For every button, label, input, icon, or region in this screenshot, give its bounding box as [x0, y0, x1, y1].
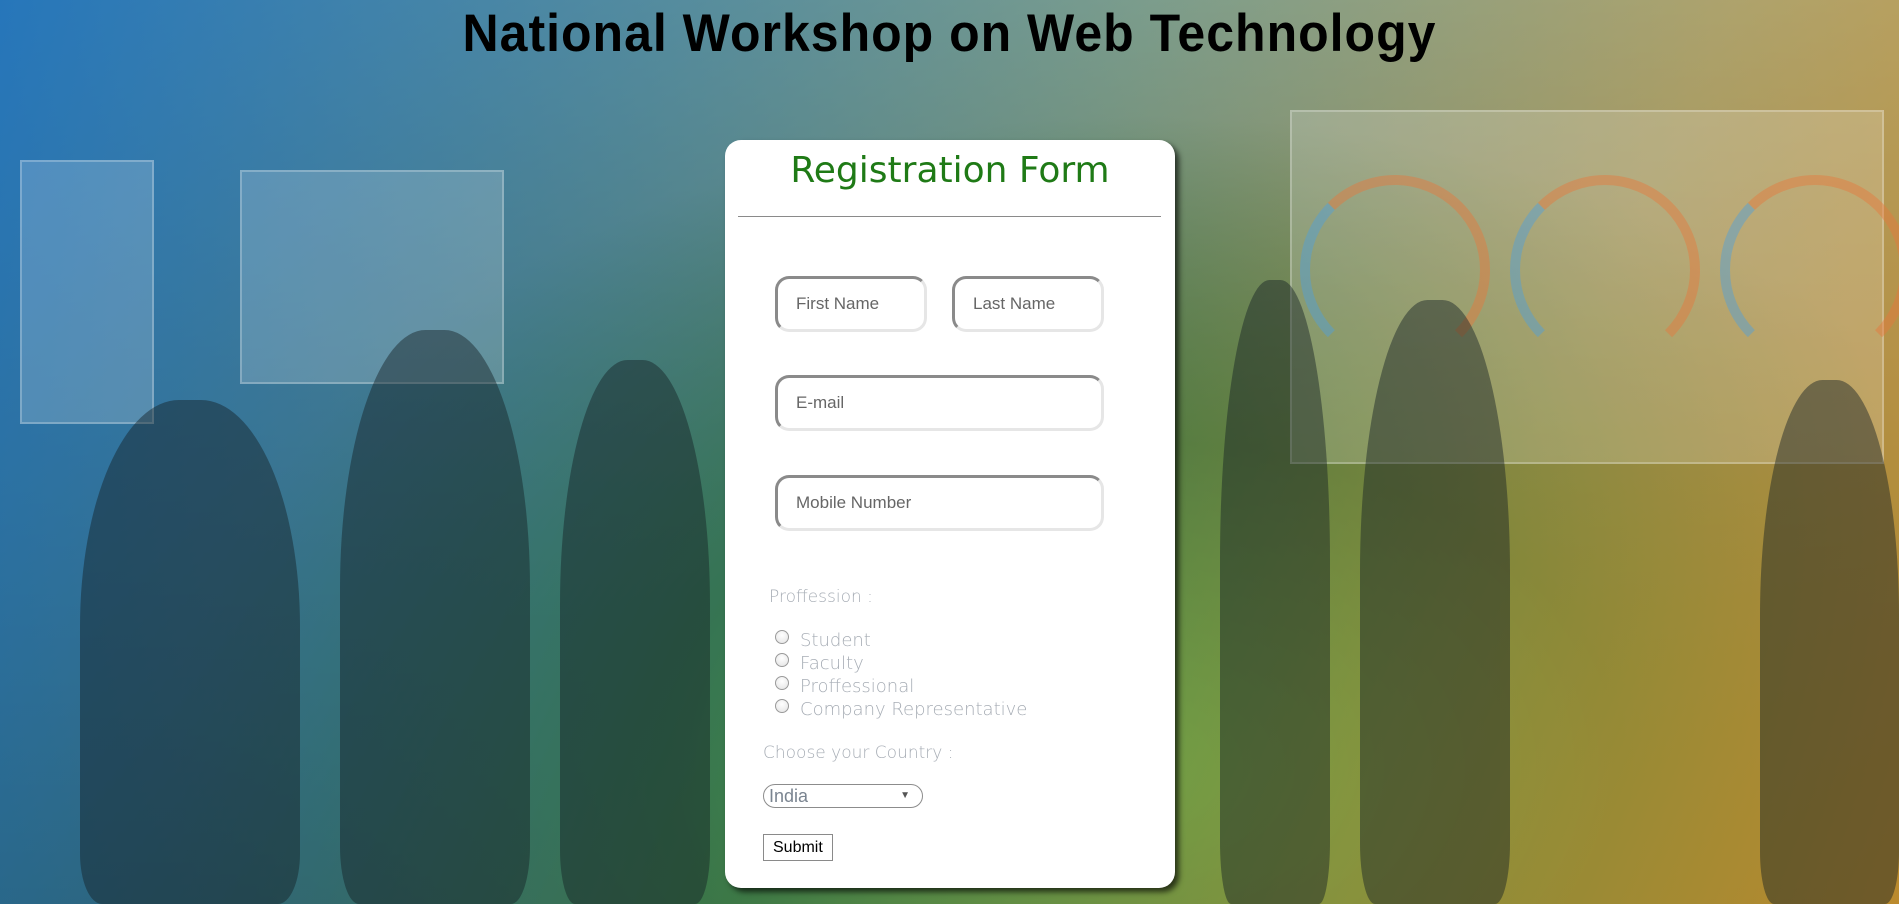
background-person — [340, 330, 530, 904]
profession-option-faculty[interactable]: Faculty — [775, 652, 864, 674]
profession-label: Proffession : — [769, 587, 873, 607]
radio-label: Company Representative — [800, 698, 1028, 720]
submit-button[interactable]: Submit — [763, 834, 833, 861]
first-name-input[interactable] — [775, 276, 927, 332]
background-person — [1220, 280, 1330, 904]
radio-label: Faculty — [800, 652, 864, 674]
country-select-value: India — [769, 785, 809, 806]
radio-button[interactable] — [775, 699, 789, 713]
country-select[interactable]: India ▼ — [763, 784, 923, 808]
background-person — [560, 360, 710, 904]
chevron-down-icon: ▼ — [900, 790, 910, 801]
background-booth-graphic — [1510, 175, 1700, 365]
form-divider — [738, 216, 1161, 217]
mobile-number-input[interactable] — [775, 475, 1104, 531]
radio-label: Student — [800, 629, 871, 651]
radio-button[interactable] — [775, 630, 789, 644]
page-title: National Workshop on Web Technology — [462, 3, 1437, 63]
registration-form: Registration Form Proffession : Student … — [725, 140, 1175, 888]
profession-option-student[interactable]: Student — [775, 629, 871, 651]
background-person — [1360, 300, 1510, 904]
background-person — [80, 400, 300, 904]
profession-option-professional[interactable]: Proffessional — [775, 675, 914, 697]
last-name-input[interactable] — [952, 276, 1104, 332]
form-title: Registration Form — [790, 150, 1110, 191]
country-label: Choose your Country : — [763, 743, 954, 763]
background-person — [1760, 380, 1899, 904]
email-input[interactable] — [775, 375, 1104, 431]
background-booth-wall — [20, 160, 154, 424]
radio-button[interactable] — [775, 676, 789, 690]
profession-option-company-representative[interactable]: Company Representative — [775, 698, 1027, 720]
background-booth-graphic — [1720, 175, 1899, 365]
radio-button[interactable] — [775, 653, 789, 667]
radio-label: Proffessional — [800, 675, 915, 697]
